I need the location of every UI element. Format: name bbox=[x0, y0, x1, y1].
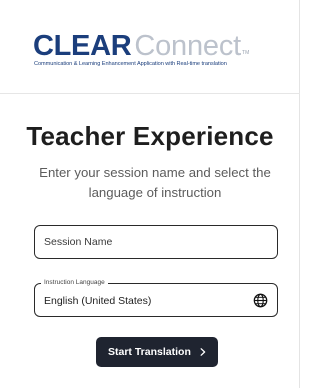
session-name-field[interactable]: Session Name bbox=[34, 225, 278, 259]
page-subtitle: Enter your session name and select the l… bbox=[39, 165, 271, 200]
globe-icon[interactable] bbox=[253, 293, 268, 308]
instruction-language-value: English (United States) bbox=[44, 295, 152, 307]
logo-tagline: Communication & Learning Enhancement App… bbox=[34, 61, 227, 67]
teacher-card: CLEAR ConnectTM Communication & Learning … bbox=[0, 0, 300, 388]
logo-secondary-text: Connect bbox=[134, 30, 242, 62]
chevron-right-icon bbox=[200, 348, 206, 356]
logo-trademark: TM bbox=[242, 50, 250, 56]
page-title: Teacher Experience bbox=[26, 121, 274, 151]
page: CLEAR ConnectTM Communication & Learning … bbox=[0, 0, 300, 388]
clear-connect-logo: CLEAR ConnectTM bbox=[33, 31, 249, 63]
logo-primary-text: CLEAR bbox=[33, 30, 132, 62]
instruction-language-select[interactable]: Instruction Language English (United Sta… bbox=[34, 279, 278, 317]
start-translation-button[interactable]: Start Translation bbox=[96, 337, 218, 367]
header: CLEAR ConnectTM Communication & Learning … bbox=[0, 0, 300, 94]
instruction-language-label: Instruction Language bbox=[41, 279, 108, 287]
start-translation-label: Start Translation bbox=[108, 346, 191, 358]
session-name-placeholder: Session Name bbox=[44, 236, 113, 248]
